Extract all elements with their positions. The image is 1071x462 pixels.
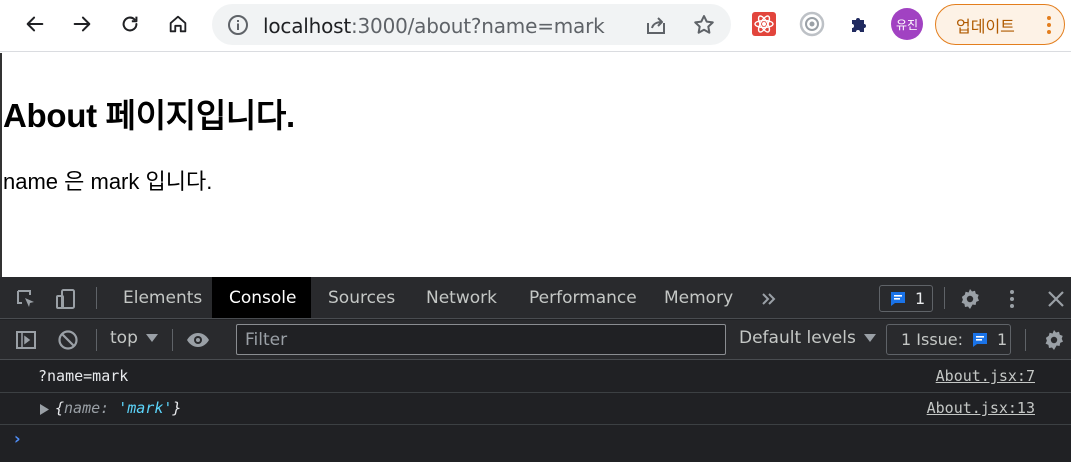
live-expression-eye-icon[interactable] (186, 328, 210, 352)
puzzle-extensions-icon (852, 18, 866, 32)
share-icon[interactable] (644, 13, 668, 37)
more-tabs-chevron-icon[interactable] (757, 287, 781, 311)
react-devtools-icon (752, 12, 776, 36)
console-messages-badge[interactable]: 1 (879, 285, 933, 312)
issues-label: 1 Issue: (901, 330, 964, 349)
message-icon (891, 291, 905, 306)
react-devtools-extension[interactable] (750, 10, 778, 38)
toolbar-divider (944, 287, 945, 309)
issues-button[interactable]: 1 Issue: 1 (886, 324, 1011, 355)
devtools-tabbar: Elements Console Sources Network Perform… (0, 277, 1071, 319)
tab-console[interactable]: Console (212, 277, 311, 318)
extensions-button[interactable] (846, 10, 874, 38)
address-bar[interactable]: localhost:3000/about?name=mark (212, 4, 731, 45)
console-log-entry: {name: 'mark'} About.jsx:13 (0, 393, 1071, 425)
object-colon: : (100, 399, 110, 417)
site-info-icon[interactable] (226, 13, 250, 37)
inspect-element-icon[interactable] (14, 287, 38, 311)
bookmark-star-icon[interactable] (692, 13, 716, 37)
tab-memory[interactable]: Memory (647, 277, 750, 318)
toolbar-divider (172, 329, 173, 351)
expand-triangle-icon[interactable] (40, 404, 49, 415)
tab-sources[interactable]: Sources (311, 277, 412, 318)
log-message: ?name=mark (38, 367, 129, 385)
log-object[interactable]: {name: 'mark'} (55, 399, 181, 417)
back-icon (26, 16, 44, 32)
page-viewport: About 페이지입니다. name 은 mark 입니다. (0, 53, 1071, 277)
settings-gear-icon[interactable] (958, 287, 982, 311)
page-heading: About 페이지입니다. (3, 97, 295, 134)
toolbar-divider (96, 287, 97, 309)
close-devtools-icon[interactable] (1044, 287, 1068, 311)
url-host: localhost (263, 14, 351, 38)
issue-message-icon (973, 332, 988, 347)
dropdown-triangle-icon (863, 334, 876, 342)
reload-button[interactable] (112, 6, 148, 42)
profile-label: 유진 (895, 17, 919, 32)
home-button[interactable] (160, 6, 196, 42)
home-icon (169, 15, 187, 33)
update-button[interactable]: 업데이트 (935, 4, 1065, 45)
console-filter-input[interactable]: Filter (236, 324, 726, 355)
chrome-extension-icon (799, 11, 825, 37)
profile-avatar[interactable]: 유진 (891, 8, 923, 40)
levels-label: Default levels (739, 328, 856, 348)
log-source-link[interactable]: About.jsx:7 (936, 367, 1035, 385)
dropdown-triangle-icon (145, 334, 158, 342)
more-options-icon[interactable] (1000, 287, 1024, 311)
object-value: 'mark' (118, 399, 173, 417)
tab-network[interactable]: Network (409, 277, 514, 318)
back-button[interactable] (17, 6, 53, 42)
forward-icon (73, 16, 91, 32)
context-label: top (110, 328, 138, 348)
forward-button[interactable] (64, 6, 100, 42)
devtools-panel: Elements Console Sources Network Perform… (0, 277, 1071, 462)
console-filter-bar: top Filter Default levels 1 Issue: 1 (0, 320, 1071, 360)
device-toolbar-icon[interactable] (54, 287, 78, 311)
address-url[interactable]: localhost:3000/about?name=mark (263, 14, 605, 38)
tab-elements[interactable]: Elements (106, 277, 219, 318)
update-label: 업데이트 (956, 18, 1015, 36)
chrome-extension-button[interactable] (798, 10, 826, 38)
sidebar-toggle-icon[interactable] (14, 328, 38, 352)
issues-count: 1 (997, 330, 1008, 349)
tab-performance[interactable]: Performance (512, 277, 654, 318)
message-count: 1 (915, 289, 926, 308)
clear-console-icon[interactable] (56, 328, 80, 352)
page-text: name 은 mark 입니다. (3, 169, 213, 194)
context-selector[interactable]: top (110, 328, 158, 348)
console-settings-gear-icon[interactable] (1042, 328, 1066, 352)
log-levels-dropdown[interactable]: Default levels (739, 328, 876, 348)
toolbar-divider (96, 329, 97, 351)
reload-icon (122, 16, 138, 32)
console-log-entry: ?name=mark About.jsx:7 (0, 361, 1071, 393)
more-vert-icon[interactable] (1046, 14, 1052, 36)
object-close-brace: } (172, 399, 182, 417)
log-source-link[interactable]: About.jsx:13 (927, 399, 1035, 417)
object-open-brace: { (55, 399, 65, 417)
browser-toolbar: localhost:3000/about?name=mark 유진 업데이트 (0, 0, 1071, 52)
object-key: name (64, 399, 101, 417)
console-prompt[interactable]: › (14, 429, 21, 448)
url-path: :3000/about?name=mark (350, 14, 605, 38)
toolbar-divider (1025, 329, 1026, 351)
